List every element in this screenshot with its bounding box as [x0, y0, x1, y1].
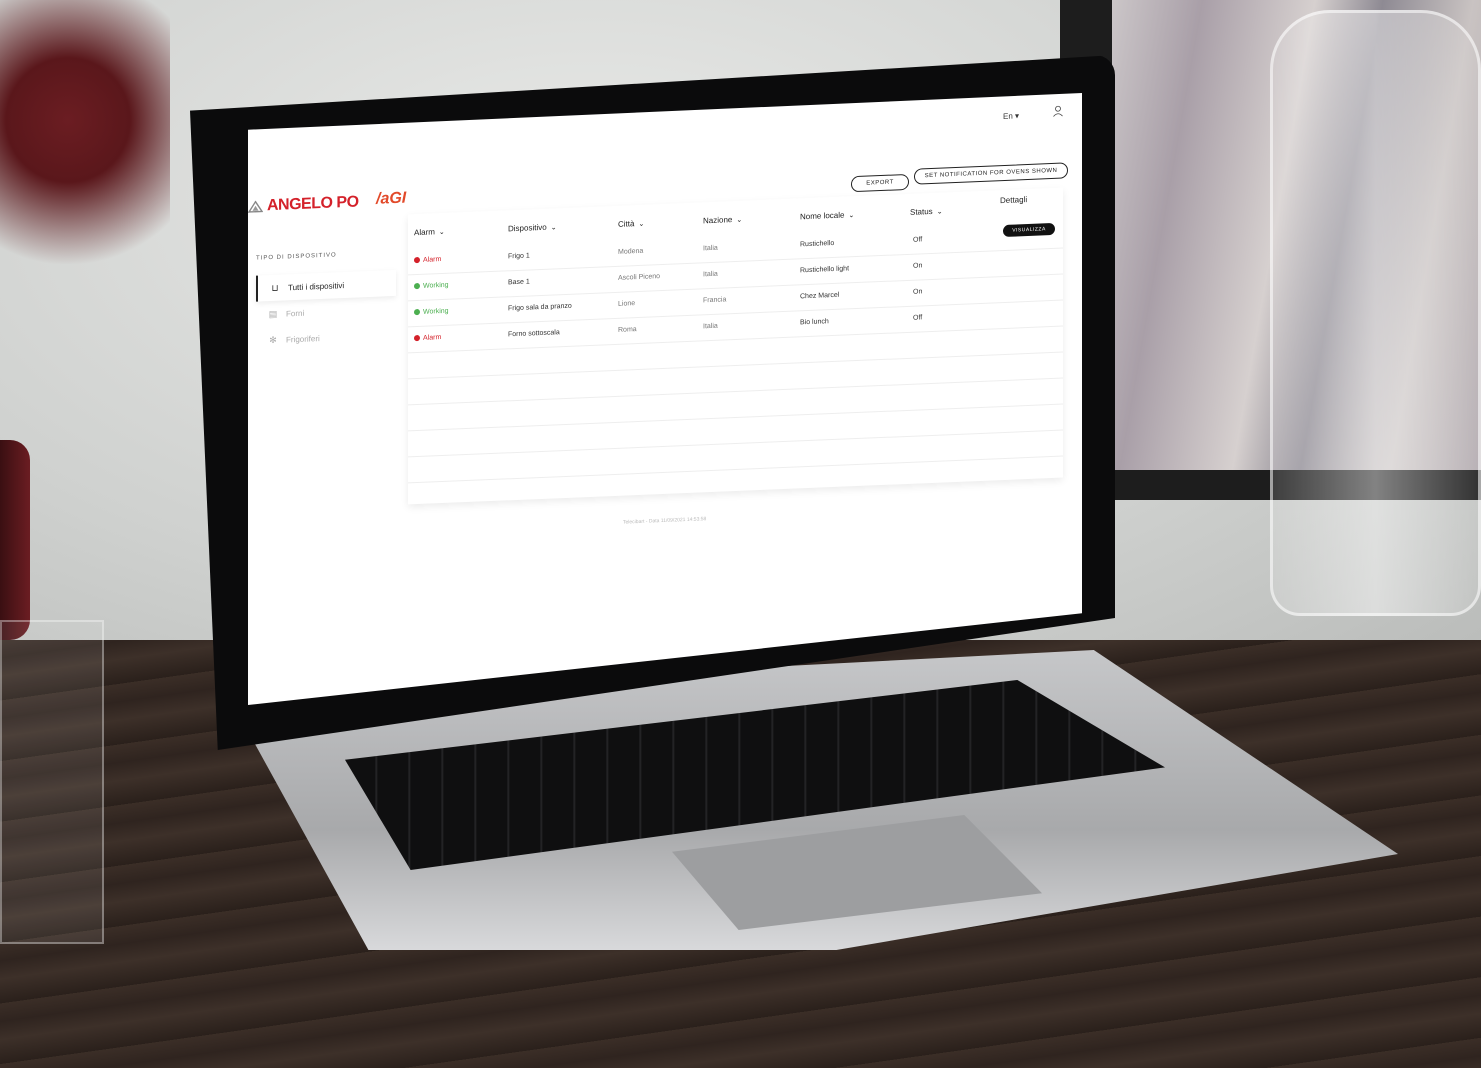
language-label: En — [1003, 111, 1013, 122]
export-button[interactable]: EXPORT — [851, 173, 909, 193]
app: En ▾ ANGELO PO /aGI EXPORT SET NOTIFICAT… — [248, 59, 1082, 705]
city-cell: Modena — [618, 247, 644, 256]
city-cell: Lione — [618, 300, 636, 308]
place-cell: Rustichello light — [800, 265, 850, 275]
sidebar-title: TIPO DI DISPOSITIVO — [256, 252, 337, 262]
language-selector[interactable]: En ▾ — [1003, 111, 1019, 121]
column-header-device[interactable]: Dispositivo ⌄ — [508, 222, 557, 234]
status-dot — [414, 334, 420, 342]
country-cell: Italia — [703, 244, 718, 253]
place-cell: Chez Marcel — [800, 291, 840, 301]
alarm-status: Working — [414, 282, 449, 290]
chevron-down-icon: ⌄ — [550, 223, 557, 232]
sidebar: TIPO DI DISPOSITIVO ⊔ Tutti i dispositiv… — [256, 250, 396, 354]
angelo-po-logo: ANGELO PO — [248, 193, 359, 216]
chevron-down-icon: ⌄ — [638, 220, 645, 228]
country-cell: Italia — [703, 322, 718, 331]
alarm-status: Alarm — [414, 334, 441, 342]
column-header-city[interactable]: Città ⌄ — [618, 219, 644, 229]
devices-table: Alarm ⌄ Dispositivo ⌄ Città ⌄ Nazione ⌄ Nome… — [408, 187, 1063, 505]
place-cell: Bio lunch — [800, 318, 829, 327]
set-notification-button[interactable]: SET NOTIFICATION FOR OVENS SHOWN — [914, 162, 1068, 185]
column-header-details: Dettagli — [1000, 195, 1028, 206]
column-header-status[interactable]: Status ⌄ — [910, 206, 943, 217]
brand-primary: ANGELO PO — [267, 193, 359, 215]
chevron-down-icon: ⌄ — [936, 207, 943, 216]
status-cell: Off — [913, 236, 923, 244]
sidebar-item-label: Forni — [286, 308, 305, 318]
device-cell: Forno sottoscala — [508, 329, 560, 339]
status-cell: On — [913, 262, 923, 270]
chevron-down-icon: ⌄ — [848, 211, 855, 219]
status-dot — [414, 308, 420, 316]
footer-text: Telecibart - Data 11/09/2021 14:53:58 — [623, 516, 707, 526]
chevron-down-icon: ⌄ — [438, 228, 445, 236]
glass-box — [0, 620, 104, 944]
place-cell: Rustichello — [800, 239, 835, 249]
status-cell: On — [913, 288, 923, 296]
plant-pot — [0, 440, 30, 640]
glass-jar — [1270, 10, 1481, 616]
device-cell: Frigo 1 — [508, 252, 530, 261]
country-cell: Italia — [703, 270, 718, 279]
screen-content: En ▾ ANGELO PO /aGI EXPORT SET NOTIFICAT… — [248, 59, 1082, 705]
user-icon[interactable] — [1051, 103, 1065, 118]
status-dot — [414, 282, 420, 290]
device-cell: Frigo sala da pranzo — [508, 302, 572, 313]
sidebar-item-label: Tutti i dispositivi — [288, 280, 345, 292]
sidebar-item-fridges[interactable]: ✻ Frigoriferi — [256, 322, 396, 354]
oven-icon: ▤ — [268, 308, 278, 319]
alarm-status: Working — [414, 308, 449, 316]
column-header-country[interactable]: Nazione ⌄ — [703, 215, 743, 225]
status-cell: Off — [913, 314, 923, 322]
column-header-alarm[interactable]: Alarm ⌄ — [414, 227, 445, 237]
device-cell: Base 1 — [508, 278, 530, 287]
city-cell: Ascoli Piceno — [618, 273, 661, 282]
triangle-logo-icon — [248, 200, 263, 213]
column-header-place[interactable]: Nome locale ⌄ — [800, 210, 855, 222]
chevron-down-icon: ▾ — [1015, 111, 1020, 121]
chevron-down-icon: ⌄ — [736, 216, 743, 224]
all-devices-icon: ⊔ — [271, 282, 279, 293]
city-cell: Roma — [618, 326, 637, 334]
plant — [0, 0, 170, 300]
snowflake-icon: ✻ — [269, 334, 277, 345]
alarm-status: Alarm — [414, 256, 441, 264]
sagi-logo: /aGI — [376, 189, 407, 208]
country-cell: Francia — [703, 296, 727, 305]
status-dot — [414, 256, 420, 264]
sidebar-item-label: Frigoriferi — [286, 333, 320, 344]
